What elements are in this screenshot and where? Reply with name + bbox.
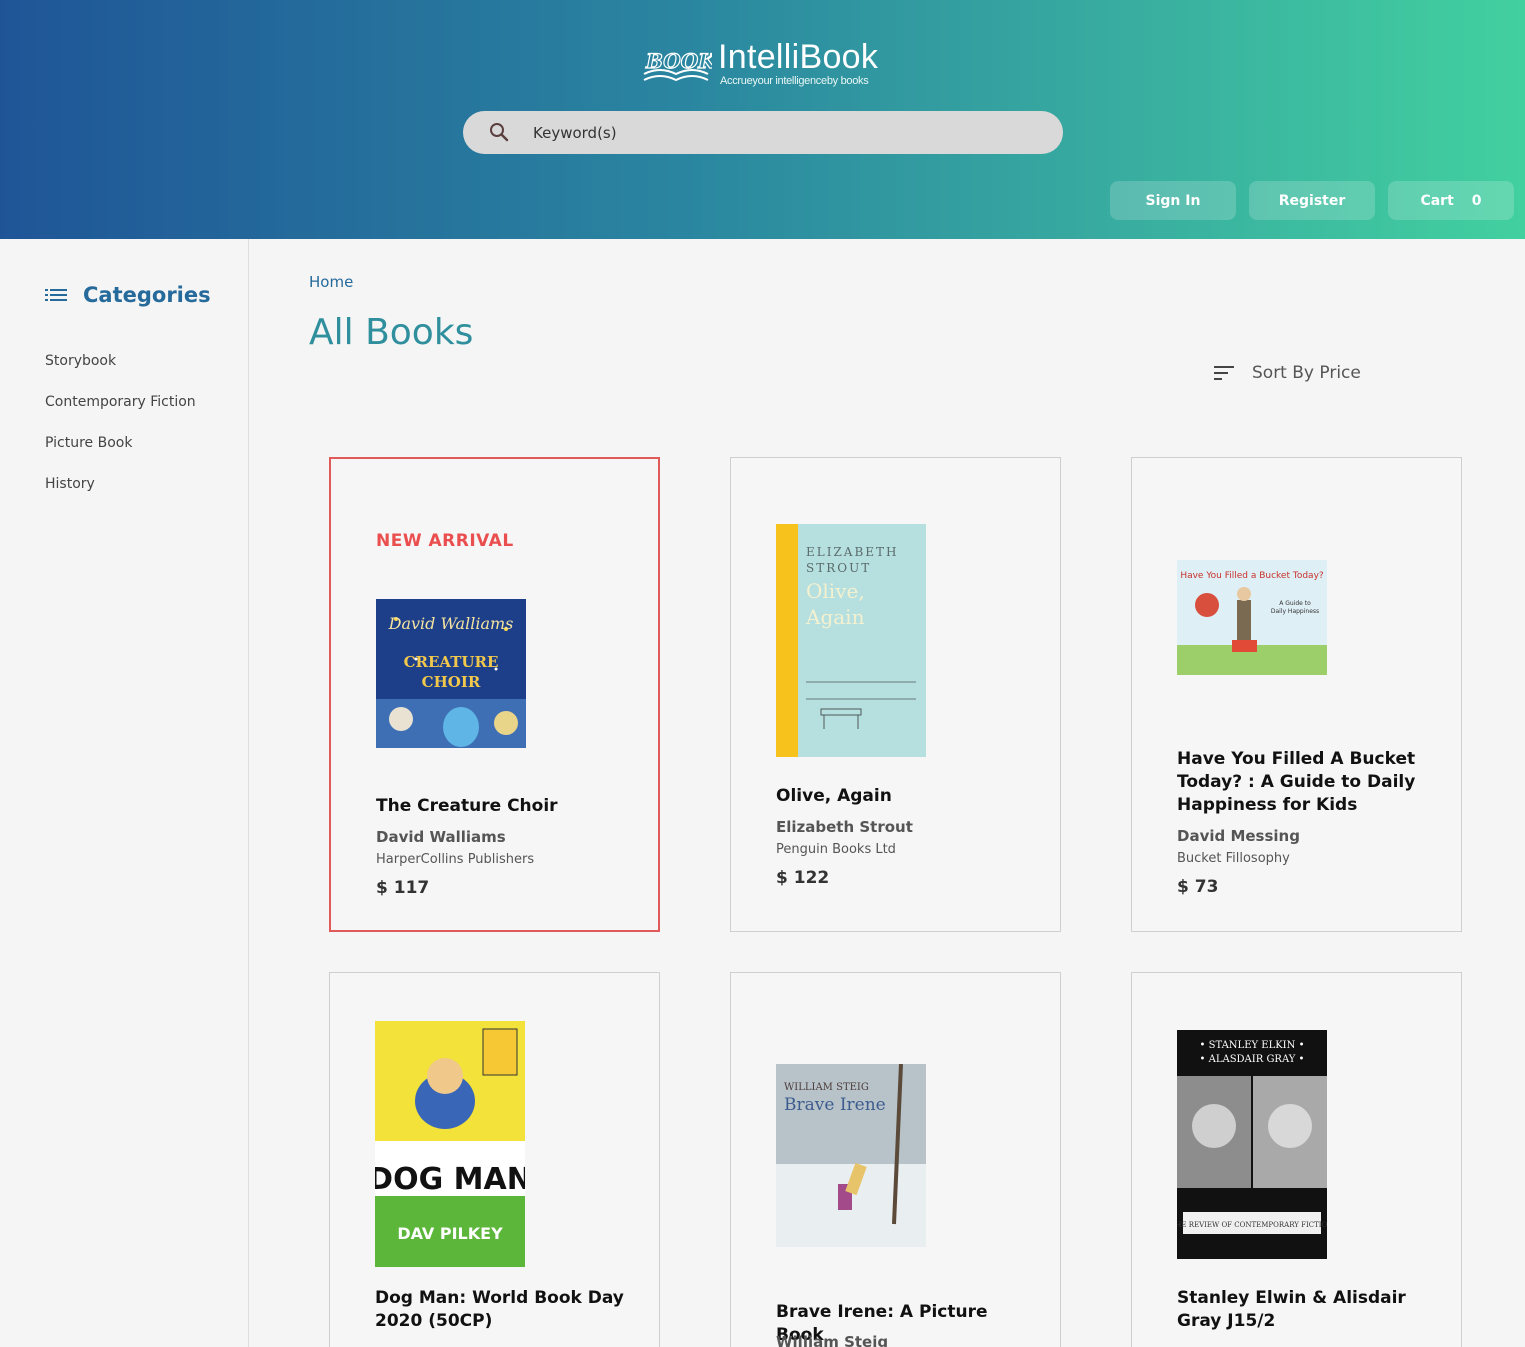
svg-text:DAV PILKEY: DAV PILKEY — [397, 1224, 503, 1243]
book-card[interactable]: NEW ARRIVAL David Walliams CREATURE CHOI… — [329, 457, 660, 932]
search-input[interactable] — [533, 111, 1033, 154]
breadcrumb-home[interactable]: Home — [309, 273, 353, 291]
book-card[interactable]: DOG MAN DAV PILKEY Dog Man: World Book D… — [329, 972, 660, 1347]
book-title[interactable]: The Creature Choir — [376, 795, 636, 818]
book-cover-image[interactable]: • STANLEY ELKIN • • ALASDAIR GRAY • THE … — [1177, 1030, 1327, 1259]
book-card[interactable]: Have You Filled a Bucket Today? A Guide … — [1131, 457, 1462, 932]
svg-text:Daily Happiness: Daily Happiness — [1271, 608, 1319, 615]
svg-text:CHOIR: CHOIR — [422, 673, 481, 691]
categories-title: Categories — [83, 283, 211, 307]
list-icon — [45, 289, 67, 301]
book-card[interactable]: ELIZABETH STROUT Olive, Again Olive, Aga… — [730, 457, 1061, 932]
search-icon[interactable] — [489, 122, 509, 142]
svg-text:• STANLEY ELKIN •: • STANLEY ELKIN • — [1200, 1040, 1305, 1051]
svg-text:A Guide to: A Guide to — [1279, 600, 1311, 607]
svg-text:ELIZABETH: ELIZABETH — [806, 545, 899, 559]
sort-label: Sort By Price — [1252, 363, 1361, 383]
sort-icon — [1214, 366, 1234, 380]
svg-text:STROUT: STROUT — [806, 561, 871, 575]
cart-label: Cart — [1420, 192, 1454, 209]
svg-text:Brave Irene: Brave Irene — [784, 1095, 886, 1115]
svg-text:Again: Again — [805, 605, 865, 629]
svg-text:WILLIAM STEIG: WILLIAM STEIG — [784, 1082, 869, 1093]
category-item-contemporary-fiction[interactable]: Contemporary Fiction — [45, 392, 196, 433]
book-logo-icon: BOOK — [643, 48, 712, 82]
book-author: David Messing — [1177, 827, 1300, 845]
category-item-storybook[interactable]: Storybook — [45, 351, 196, 392]
site-header: BOOK IntelliBook Accrueyour intelligence… — [0, 0, 1525, 239]
cart-count: 0 — [1471, 192, 1482, 209]
book-cover-image[interactable]: ELIZABETH STROUT Olive, Again — [776, 524, 926, 757]
categories-header: Categories — [45, 283, 211, 307]
book-card[interactable]: • STANLEY ELKIN • • ALASDAIR GRAY • THE … — [1131, 972, 1462, 1347]
sign-in-button[interactable]: Sign In — [1110, 181, 1236, 220]
book-cover-image[interactable]: David Walliams CREATURE CHOIR — [376, 599, 526, 748]
category-sidebar: Categories Storybook Contemporary Fictio… — [0, 239, 249, 1347]
svg-text:• ALASDAIR GRAY •: • ALASDAIR GRAY • — [1200, 1054, 1305, 1065]
book-publisher: Bucket Fillosophy — [1177, 851, 1290, 866]
book-cover-image[interactable]: DOG MAN DAV PILKEY — [375, 1021, 525, 1267]
book-author: David Walliams — [376, 828, 506, 846]
logo-title: IntelliBook — [718, 38, 879, 76]
book-price: $ 122 — [776, 868, 830, 888]
book-author: William Steig — [776, 1333, 889, 1347]
register-button[interactable]: Register — [1249, 181, 1375, 220]
book-cover-image[interactable]: Have You Filled a Bucket Today? A Guide … — [1177, 560, 1327, 675]
book-price: $ 117 — [376, 878, 430, 898]
page-title: All Books — [309, 312, 474, 353]
book-publisher: HarperCollins Publishers — [376, 852, 535, 867]
book-price: $ 73 — [1177, 877, 1219, 897]
svg-text:CREATURE: CREATURE — [404, 653, 499, 671]
svg-text:BOOK: BOOK — [645, 49, 712, 73]
book-title[interactable]: Olive, Again — [776, 785, 1036, 808]
book-title[interactable]: Stanley Elwin & Alisdair Gray J15/2 — [1177, 1287, 1437, 1333]
svg-text:DOG MAN: DOG MAN — [375, 1162, 525, 1197]
logo-tagline: Accrueyour intelligenceby books — [720, 75, 869, 87]
sort-by-price-button[interactable]: Sort By Price — [1214, 363, 1361, 383]
svg-text:Olive,: Olive, — [806, 579, 865, 603]
new-arrival-badge: NEW ARRIVAL — [376, 531, 514, 551]
svg-text:THE REVIEW OF CONTEMPORARY FIC: THE REVIEW OF CONTEMPORARY FICTION — [1177, 1221, 1327, 1229]
svg-text:David Walliams: David Walliams — [388, 614, 514, 633]
book-cover-image[interactable]: WILLIAM STEIG Brave Irene — [776, 1064, 926, 1247]
search-bar — [463, 111, 1063, 154]
sign-in-label: Sign In — [1145, 192, 1201, 209]
book-title[interactable]: Dog Man: World Book Day 2020 (50CP) — [375, 1287, 635, 1333]
book-author: Elizabeth Strout — [776, 818, 913, 836]
book-publisher: Penguin Books Ltd — [776, 842, 896, 857]
category-item-history[interactable]: History — [45, 474, 196, 515]
register-label: Register — [1278, 192, 1346, 209]
category-list: Storybook Contemporary Fiction Picture B… — [45, 351, 196, 515]
book-card[interactable]: WILLIAM STEIG Brave Irene Brave Irene: A… — [730, 972, 1061, 1347]
category-item-picture-book[interactable]: Picture Book — [45, 433, 196, 474]
svg-text:Have You Filled a Bucket Today: Have You Filled a Bucket Today? — [1180, 571, 1324, 581]
site-logo[interactable]: BOOK IntelliBook Accrueyour intelligence… — [640, 38, 900, 94]
book-title[interactable]: Have You Filled A Bucket Today? : A Guid… — [1177, 748, 1437, 817]
cart-button[interactable]: Cart 0 — [1388, 181, 1514, 220]
